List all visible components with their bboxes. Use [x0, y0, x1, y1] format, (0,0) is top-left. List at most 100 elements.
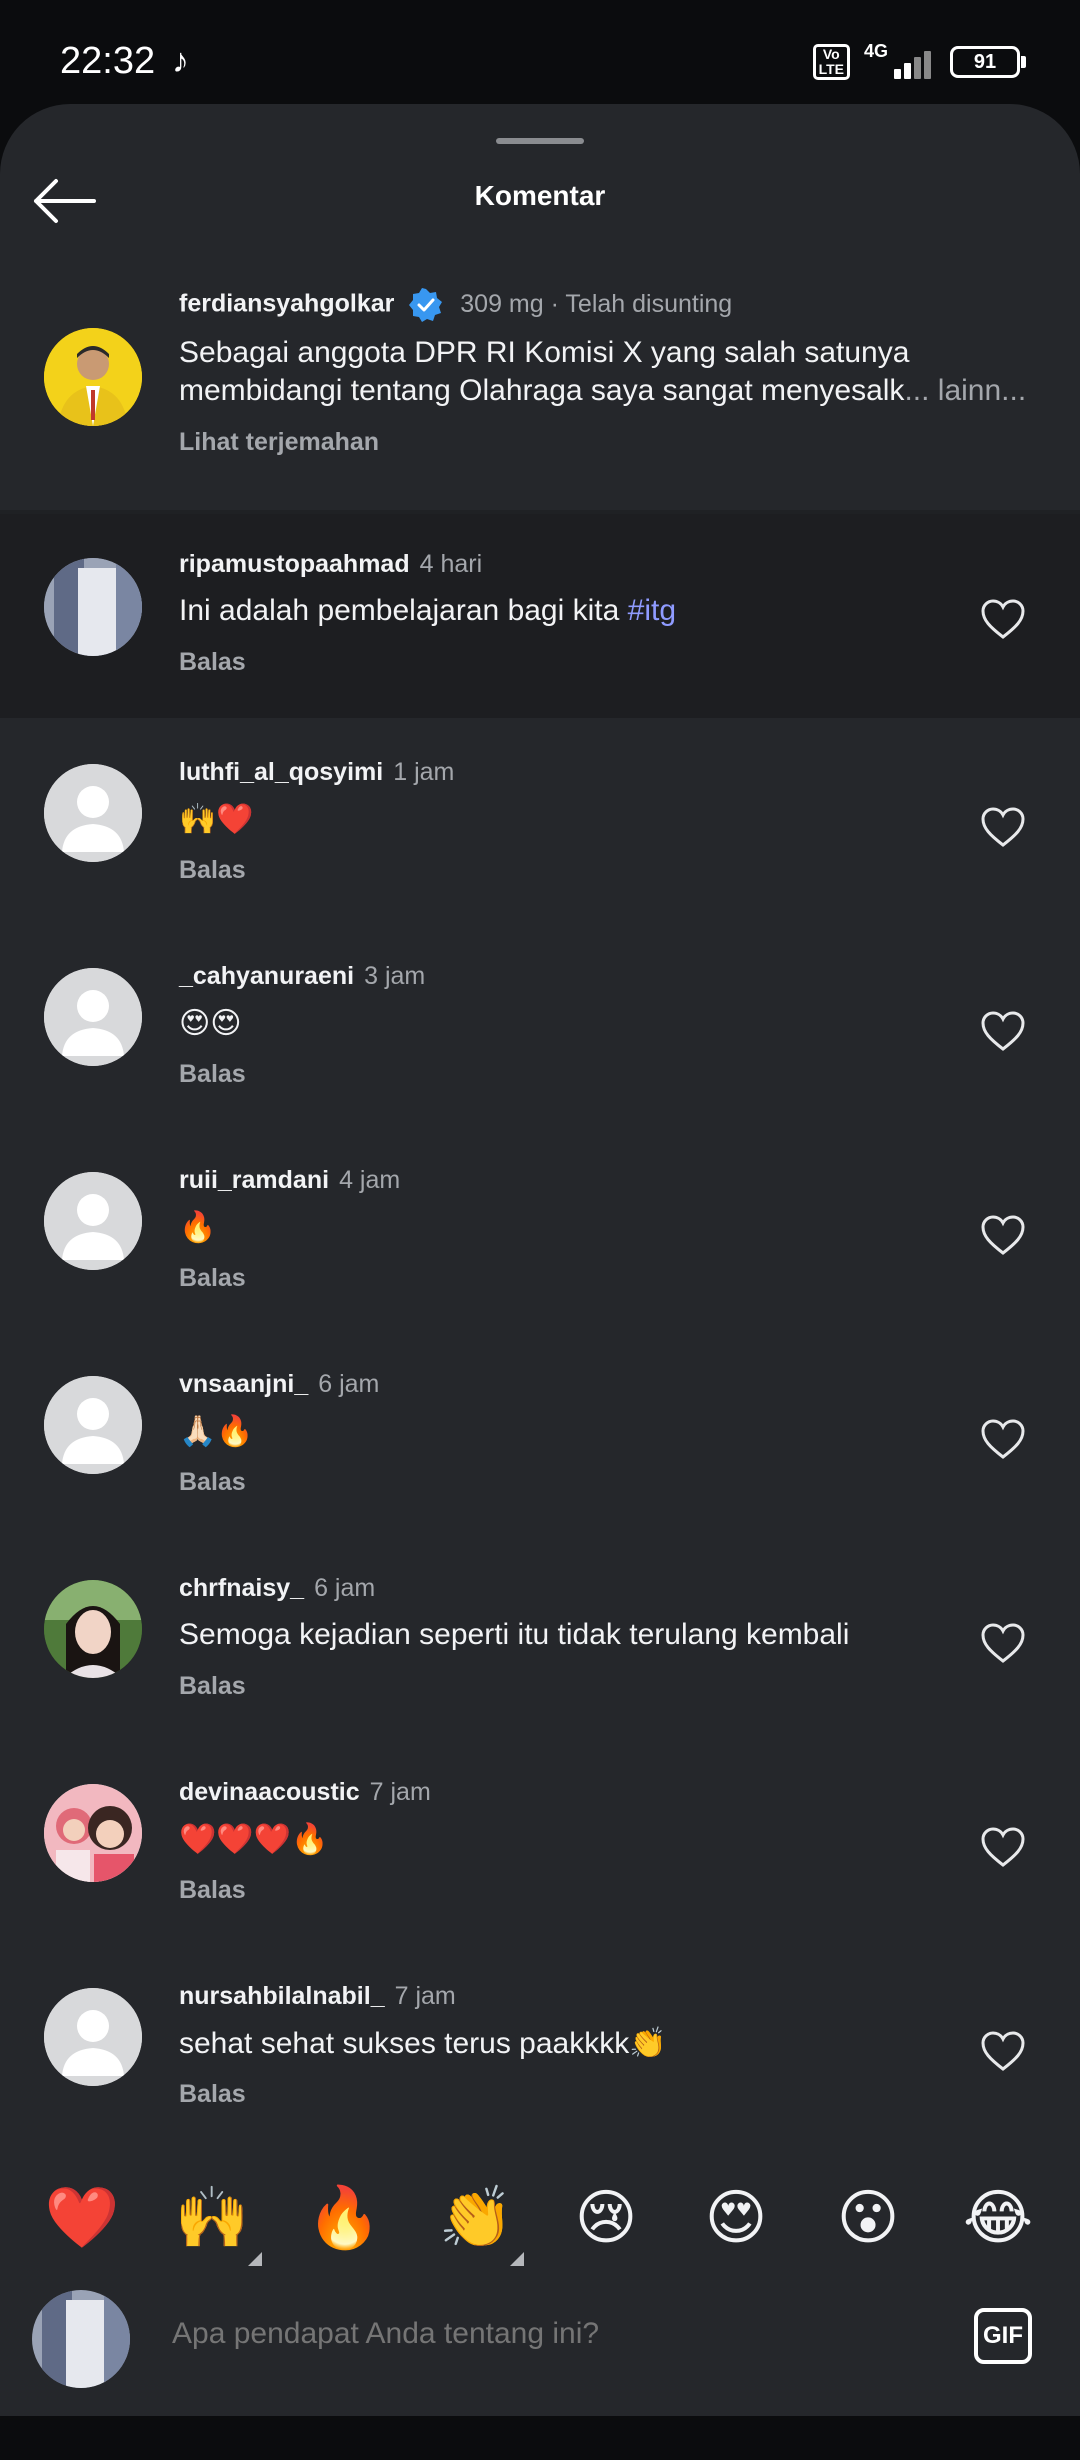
- comment-item: vnsaanjni_ 6 jam 🙏🏻🔥 Balas: [0, 1330, 1080, 1534]
- comment-username[interactable]: devinaacoustic: [179, 1778, 360, 1806]
- comment-item: devinaacoustic 7 jam ❤️❤️❤️🔥 Balas: [0, 1738, 1080, 1942]
- comment-text: 🙏🏻🔥: [179, 1415, 254, 1448]
- gif-button[interactable]: GIF: [974, 2308, 1032, 2364]
- reply-button[interactable]: Balas: [179, 1672, 246, 1701]
- heart-icon[interactable]: [980, 806, 1026, 848]
- caption-meta: 309 mg · Telah disunting: [460, 289, 733, 318]
- verified-badge-icon: [409, 288, 443, 322]
- comment-text: ❤️❤️❤️🔥: [179, 1823, 329, 1856]
- heart-icon[interactable]: [980, 1826, 1026, 1868]
- comment-text: 🔥: [179, 1211, 217, 1244]
- heart-icon[interactable]: [980, 1010, 1026, 1052]
- battery-icon: 91: [950, 46, 1026, 78]
- comment-header: _cahyanuraeni 3 jam: [179, 962, 425, 991]
- skin-tone-indicator: [510, 2252, 524, 2266]
- drag-handle[interactable]: [496, 138, 584, 144]
- heart-icon[interactable]: [980, 1418, 1026, 1460]
- heart-icon[interactable]: [980, 1214, 1026, 1256]
- reply-button[interactable]: Balas: [179, 648, 246, 677]
- default-avatar-icon[interactable]: [44, 764, 142, 862]
- status-indicators: Vo LTE 4G 91: [812, 41, 1026, 80]
- comment-item: nursahbilalnabil_ 7 jam sehat sehat sukse…: [0, 1942, 1080, 2146]
- skin-tone-indicator: [248, 2252, 262, 2266]
- caption-text-line2-wrap: membidangi tentang Olahraga saya sangat …: [179, 374, 1026, 408]
- caption-text-line2: membidangi tentang Olahraga saya sangat …: [179, 374, 905, 407]
- comment-item: chrfnaisy_ 6 jam Semoga kejadian seperti …: [0, 1534, 1080, 1738]
- comment-input[interactable]: [170, 2316, 934, 2352]
- reaction-clap-emoji[interactable]: 👏: [436, 2180, 516, 2256]
- comment-header: nursahbilalnabil_ 7 jam: [179, 1982, 456, 2011]
- volte-icon: Vo LTE: [812, 44, 850, 80]
- comment-item: ripamustopaahmad 4 hari Ini adalah pembel…: [0, 514, 1080, 718]
- reaction-heart-emoji[interactable]: ❤️: [42, 2180, 122, 2256]
- post-caption: ferdiansyahgolkar 309 mg · Telah disunti…: [0, 264, 1080, 514]
- comment-header: ruii_ramdani 4 jam: [179, 1166, 400, 1195]
- reaction-heart-eyes-emoji[interactable]: 😍: [696, 2180, 776, 2256]
- tiktok-icon: ♪: [172, 42, 189, 80]
- avatar[interactable]: [44, 1580, 142, 1678]
- reaction-raised-hands-emoji[interactable]: 🙌: [172, 2180, 252, 2256]
- comment-time: 1 jam: [393, 758, 455, 786]
- comment-header: ripamustopaahmad 4 hari: [179, 550, 482, 579]
- reply-button[interactable]: Balas: [179, 856, 246, 885]
- comment-username[interactable]: luthfi_al_qosyimi: [179, 758, 383, 786]
- comment-time: 6 jam: [318, 1370, 380, 1398]
- reply-button[interactable]: Balas: [179, 1468, 246, 1497]
- reaction-laughing-emoji[interactable]: 😂: [958, 2180, 1038, 2256]
- comment-text: sehat sehat sukses terus paakkkk👏: [179, 2027, 667, 2060]
- comment-header: devinaacoustic 7 jam: [179, 1778, 431, 1807]
- comment-text: Ini adalah pembelajaran bagi kita #itg: [179, 594, 676, 628]
- heart-icon[interactable]: [980, 598, 1026, 640]
- comment-time: 3 jam: [364, 962, 426, 990]
- comment-username[interactable]: chrfnaisy_: [179, 1574, 304, 1602]
- comment-text: 🙌❤️: [179, 803, 254, 836]
- heart-icon[interactable]: [980, 1622, 1026, 1664]
- comments-sheet: Komentar ferdiansyahgolkar 309 mg · Tela…: [0, 104, 1080, 2416]
- comment-header: vnsaanjni_ 6 jam: [179, 1370, 379, 1399]
- comment-username[interactable]: vnsaanjni_: [179, 1370, 308, 1398]
- comment-header: chrfnaisy_ 6 jam: [179, 1574, 375, 1603]
- default-avatar-icon[interactable]: [44, 968, 142, 1066]
- comment-time: 4 jam: [339, 1166, 401, 1194]
- avatar[interactable]: [44, 1784, 142, 1882]
- comment-username[interactable]: ripamustopaahmad: [179, 550, 410, 578]
- status-time: 22:32: [60, 40, 156, 82]
- network-type: 4G: [864, 41, 889, 61]
- default-avatar-icon[interactable]: [44, 1172, 142, 1270]
- reply-button[interactable]: Balas: [179, 1876, 246, 1905]
- comment-item: luthfi_al_qosyimi 1 jam 🙌❤️ Balas: [0, 718, 1080, 922]
- see-translation-link[interactable]: Lihat terjemahan: [179, 428, 379, 457]
- default-avatar-icon[interactable]: [44, 1988, 142, 2086]
- reply-button[interactable]: Balas: [179, 2080, 246, 2109]
- caption-text-line1: Sebagai anggota DPR RI Komisi X yang sal…: [179, 336, 910, 369]
- quick-reactions-bar: ❤️ 🙌 🔥 👏 😢 😍 😮 😂: [0, 2180, 1080, 2280]
- comment-time: 7 jam: [369, 1778, 431, 1806]
- avatar[interactable]: [44, 328, 142, 426]
- reaction-fire-emoji[interactable]: 🔥: [304, 2180, 384, 2256]
- status-bar: 22:32 ♪ Vo LTE 4G 91: [0, 0, 1080, 120]
- avatar[interactable]: [44, 558, 142, 656]
- reply-button[interactable]: Balas: [179, 1060, 246, 1089]
- caption-more-link[interactable]: ... lainn...: [904, 374, 1026, 407]
- caption-header: ferdiansyahgolkar 309 mg · Telah disunti…: [179, 288, 732, 322]
- comment-item: _cahyanuraeni 3 jam 😍😍 Balas: [0, 922, 1080, 1126]
- comment-username[interactable]: nursahbilalnabil_: [179, 1982, 385, 2010]
- comment-text: 😍😍: [179, 1007, 242, 1040]
- hashtag-link[interactable]: #itg: [628, 594, 676, 627]
- caption-username[interactable]: ferdiansyahgolkar: [179, 290, 394, 318]
- comment-time: 4 hari: [419, 550, 483, 578]
- reply-button[interactable]: Balas: [179, 1264, 246, 1293]
- comment-time: 6 jam: [314, 1574, 376, 1602]
- reaction-surprised-emoji[interactable]: 😮: [828, 2180, 908, 2256]
- comment-item: ruii_ramdani 4 jam 🔥 Balas: [0, 1126, 1080, 1330]
- comment-username[interactable]: ruii_ramdani: [179, 1166, 329, 1194]
- comment-time: 7 jam: [394, 1982, 456, 2010]
- comment-text: Semoga kejadian seperti itu tidak terula…: [179, 1618, 850, 1651]
- reaction-crying-emoji[interactable]: 😢: [566, 2180, 646, 2256]
- heart-icon[interactable]: [980, 2030, 1026, 2072]
- battery-level: 91: [973, 51, 997, 73]
- default-avatar-icon[interactable]: [44, 1376, 142, 1474]
- comment-username[interactable]: _cahyanuraeni: [179, 962, 354, 990]
- user-avatar: [32, 2290, 130, 2388]
- comment-text-body: Ini adalah pembelajaran bagi kita: [179, 594, 628, 627]
